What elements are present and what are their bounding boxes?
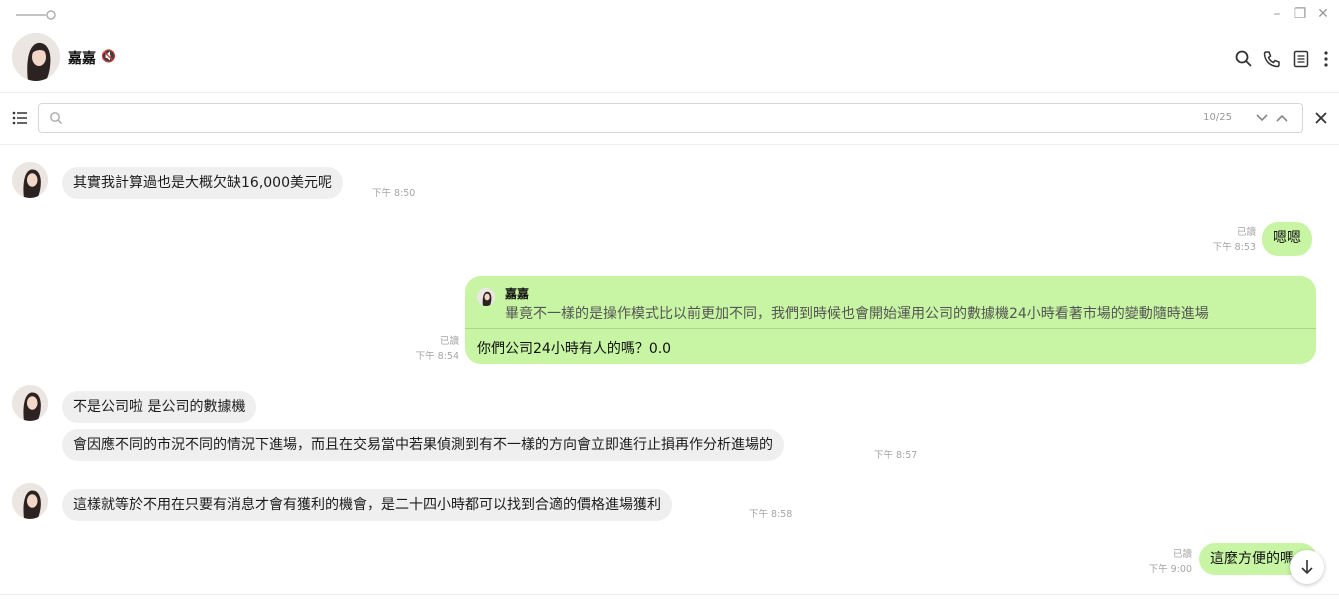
notes-icon[interactable]: [1290, 48, 1312, 70]
outgoing-message-bubble[interactable]: 嗯嗯: [1262, 222, 1312, 256]
phone-icon[interactable]: [1261, 48, 1283, 70]
read-receipt: 已讀: [1236, 227, 1256, 238]
read-receipt: 已讀: [439, 336, 459, 347]
incoming-message-bubble[interactable]: 會因應不同的市況不同的情況下進場，而且在交易當中若果偵測到有不一樣的方向會立即進…: [62, 429, 784, 461]
sender-avatar[interactable]: [12, 483, 48, 519]
outgoing-reply-bubble[interactable]: 嘉嘉 畢竟不一樣的是操作模式比以前更加不同，我們到時候也會開始運用公司的數據機2…: [465, 276, 1316, 364]
read-receipt: 已讀: [1172, 549, 1192, 560]
arrow-down-icon: [1301, 560, 1313, 575]
avatar-photo: [12, 33, 60, 81]
search-input[interactable]: [69, 108, 1173, 130]
incoming-message-bubble[interactable]: 其實我計算過也是大概欠缺16,000美元呢: [62, 167, 343, 199]
quoted-sender-avatar: [477, 288, 495, 306]
message-time: 下午 8:54: [415, 351, 459, 362]
avatar-photo: [12, 162, 48, 198]
search-icon[interactable]: [1233, 48, 1255, 70]
speaker-muted-icon: 🔇: [101, 49, 116, 63]
incoming-message-bubble[interactable]: 這樣就等於不用在只要有消息才會有獲利的機會，是二十四小時都可以找到合適的價格進場…: [62, 489, 672, 521]
chevron-up-icon[interactable]: [1276, 113, 1288, 123]
title-bar: – ❐ ✕: [0, 0, 1339, 30]
composer-divider: [0, 594, 1339, 595]
chat-header: 嘉嘉 🔇: [0, 30, 1339, 93]
message-time: 下午 8:53: [1212, 242, 1256, 253]
chevron-down-icon[interactable]: [1256, 113, 1268, 123]
avatar-photo: [12, 385, 48, 421]
search-box: 10/25: [38, 103, 1303, 133]
close-icon[interactable]: ✕: [1314, 6, 1332, 22]
message-time: 下午 9:00: [1148, 564, 1192, 575]
in-chat-search-bar: 10/25: [0, 93, 1339, 145]
contact-name[interactable]: 嘉嘉: [68, 48, 96, 68]
quoted-sender-name: 嘉嘉: [505, 287, 530, 301]
message-time: 下午 8:57: [874, 450, 918, 461]
avatar-photo: [12, 483, 48, 519]
reply-message-text: 你們公司24小時有人的嗎？0.0: [477, 341, 672, 357]
avatar-photo: [477, 288, 495, 306]
reply-divider: [465, 328, 1316, 329]
restore-icon[interactable]: ❐: [1291, 6, 1309, 22]
message-time: 下午 8:50: [372, 188, 416, 199]
sender-avatar[interactable]: [12, 162, 48, 198]
search-icon: [50, 112, 62, 124]
quoted-message-text: 畢竟不一樣的是操作模式比以前更加不同，我們到時候也會開始運用公司的數據機24小時…: [505, 306, 1209, 322]
search-result-counter: 10/25: [1203, 112, 1232, 123]
scroll-to-bottom-button[interactable]: [1290, 550, 1324, 584]
message-list: [0, 145, 1339, 600]
close-search-icon[interactable]: [1314, 111, 1328, 125]
message-time: 下午 8:58: [749, 509, 793, 520]
incoming-message-bubble[interactable]: 不是公司啦 是公司的數據機: [62, 391, 257, 423]
pin-slider-icon[interactable]: [16, 9, 56, 21]
list-icon[interactable]: [12, 111, 28, 125]
more-options-icon[interactable]: [1315, 48, 1337, 70]
contact-avatar[interactable]: [12, 33, 60, 81]
sender-avatar[interactable]: [12, 385, 48, 421]
minimize-icon[interactable]: –: [1268, 6, 1286, 22]
